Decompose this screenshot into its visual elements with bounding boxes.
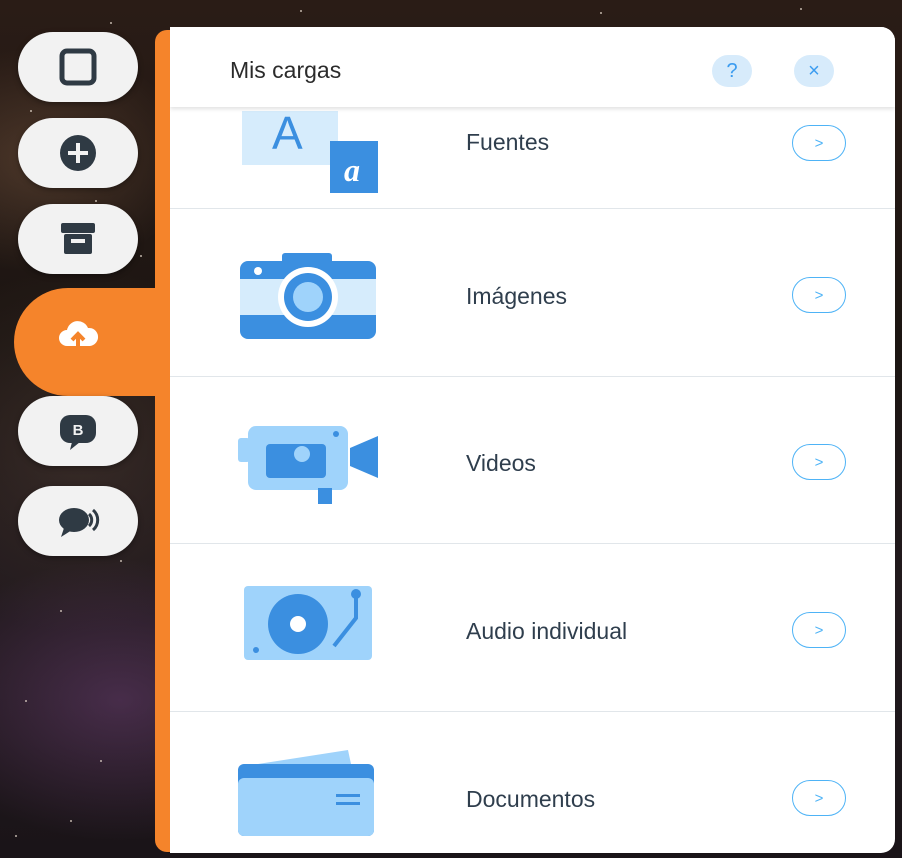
list-item-label: Documentos [466, 786, 596, 812]
folder-icon [238, 750, 374, 836]
video-camera-icon [238, 426, 378, 504]
close-icon: × [808, 59, 820, 82]
arrow-button[interactable]: > [792, 277, 846, 313]
list-item-documents[interactable]: Documentos > [170, 712, 895, 853]
list-item-audio[interactable]: Audio individual > [170, 544, 895, 712]
arrow-button[interactable]: > [792, 612, 846, 648]
rail-button-blog[interactable]: B [18, 396, 138, 466]
square-icon [59, 48, 97, 86]
chevron-right-icon: > [814, 134, 824, 152]
chevron-right-icon: > [814, 453, 824, 471]
arrow-button[interactable]: > [792, 125, 846, 161]
camera-icon [240, 253, 376, 339]
fonts-icon-glyph-a: A [272, 111, 303, 159]
list-item-label: Imágenes [466, 283, 568, 309]
rail-button-chat[interactable] [18, 486, 138, 556]
rail-button-uploads[interactable] [18, 300, 138, 370]
panel-header: Mis cargas ? × [170, 27, 895, 107]
store-icon [61, 223, 95, 254]
chevron-right-icon: > [814, 789, 824, 807]
help-button[interactable]: ? [712, 55, 752, 87]
turntable-icon [244, 586, 372, 660]
panel-title: Mis cargas [230, 57, 342, 83]
my-uploads-panel: A a Fuentes > Imágenes > Videos > Audio … [170, 27, 895, 853]
list-item-label: Fuentes [466, 129, 550, 155]
blog-badge-text: B [73, 422, 84, 439]
list-item-label: Videos [466, 450, 536, 476]
question-icon: ? [726, 59, 738, 82]
list-item-images[interactable]: Imágenes > [170, 209, 895, 377]
rail-button-store[interactable] [18, 204, 138, 274]
upload-category-list: A a Fuentes > Imágenes > Videos > Audio … [170, 27, 895, 853]
close-button[interactable]: × [794, 55, 834, 87]
list-item-label: Audio individual [466, 618, 628, 644]
list-item-videos[interactable]: Videos > [170, 376, 895, 544]
add-icon [60, 135, 96, 171]
rail-button-add[interactable] [18, 118, 138, 188]
blog-icon: B [60, 415, 96, 450]
chevron-right-icon: > [814, 621, 824, 639]
chat-icon [59, 508, 100, 537]
fonts-icon: A a [242, 111, 378, 193]
fonts-icon-glyph-b: a [344, 152, 360, 188]
arrow-button[interactable]: > [792, 780, 846, 816]
arrow-button[interactable]: > [792, 444, 846, 480]
chevron-right-icon: > [814, 286, 824, 304]
upload-cloud-icon [59, 321, 99, 350]
rail-button-layout[interactable] [18, 32, 138, 102]
